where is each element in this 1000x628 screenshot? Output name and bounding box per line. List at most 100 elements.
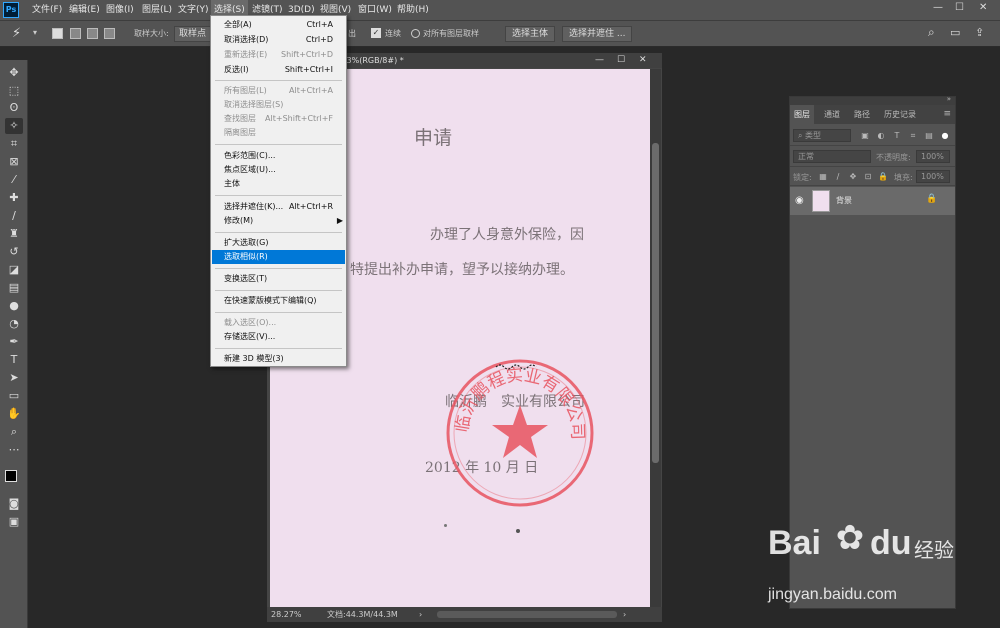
- gradient-tool-icon[interactable]: ▤: [5, 280, 23, 296]
- doc-minimize-icon[interactable]: —: [595, 53, 604, 68]
- menu-item-color-range[interactable]: 色彩范围(C)...: [212, 149, 345, 163]
- type-tool-icon[interactable]: T: [5, 352, 23, 368]
- quick-mask-icon[interactable]: ◙: [5, 496, 23, 512]
- company-stamp: 临沂鹏程实业有限公司: [446, 359, 594, 507]
- scroll-thumb[interactable]: [652, 143, 659, 463]
- menu-edit[interactable]: 编辑(E): [66, 0, 103, 20]
- lock-all-icon[interactable]: 🔒: [878, 172, 888, 182]
- zoom-tool-icon[interactable]: ⌕: [5, 424, 23, 440]
- watermark-url: jingyan.baidu.com: [768, 586, 897, 603]
- zoom-level[interactable]: 28.27%: [271, 607, 302, 622]
- workspace-icon[interactable]: ▭: [950, 26, 960, 39]
- tab-history[interactable]: 历史记录: [880, 105, 920, 124]
- dodge-tool-icon[interactable]: ◔: [5, 316, 23, 332]
- filter-shape-icon[interactable]: ⌗: [908, 131, 918, 141]
- scroll-right-icon[interactable]: ›: [623, 607, 626, 622]
- filter-smart-object-icon[interactable]: ▤: [924, 131, 934, 141]
- share-icon[interactable]: ⇪: [975, 26, 984, 39]
- select-subject-button[interactable]: 选择主体: [505, 26, 556, 42]
- status-arrow-icon[interactable]: ›: [419, 607, 422, 622]
- lasso-tool-icon[interactable]: ʘ: [5, 100, 23, 116]
- panel-menu-icon[interactable]: ≡: [943, 109, 951, 119]
- marquee-tool-icon[interactable]: ⬚: [5, 83, 23, 99]
- menu-separator: [215, 290, 342, 291]
- menu-help[interactable]: 帮助(H): [394, 0, 432, 20]
- crop-tool-icon[interactable]: ⌗: [5, 136, 23, 152]
- move-tool-icon[interactable]: ✥: [5, 65, 23, 81]
- eraser-tool-icon[interactable]: ◪: [5, 262, 23, 278]
- hand-tool-icon[interactable]: ✋: [5, 406, 23, 422]
- tab-paths[interactable]: 路径: [850, 105, 874, 124]
- menu-type[interactable]: 文字(Y): [175, 0, 212, 20]
- foreground-color-swatch[interactable]: [5, 470, 17, 482]
- new-selection-icon[interactable]: [52, 28, 63, 39]
- minimize-icon[interactable]: —: [933, 2, 943, 13]
- collapse-icon[interactable]: »: [947, 95, 951, 103]
- sample-size-select[interactable]: 取样点: [174, 26, 212, 42]
- blur-tool-icon[interactable]: ●: [5, 298, 23, 314]
- filter-adjustment-icon[interactable]: ◐: [876, 131, 886, 141]
- search-icon[interactable]: ⌕: [928, 25, 935, 40]
- blend-mode-select[interactable]: 正常: [793, 150, 871, 163]
- close-icon[interactable]: ✕: [979, 2, 987, 13]
- magic-wand-icon[interactable]: ⚡: [12, 26, 21, 41]
- menu-item-new-3d-model[interactable]: 新建 3D 模型(3): [212, 352, 345, 366]
- select-and-mask-button[interactable]: 选择并遮住 ...: [562, 26, 633, 42]
- pen-tool-icon[interactable]: ✒: [5, 334, 23, 350]
- filter-pixel-icon[interactable]: ▣: [860, 131, 870, 141]
- menu-item-transform-selection[interactable]: 变换选区(T): [212, 272, 345, 286]
- menu-item-grow[interactable]: 扩大选取(G): [212, 236, 345, 250]
- menu-file[interactable]: 文件(F): [29, 0, 65, 20]
- layer-row[interactable]: ◉ 背景 🔒: [790, 187, 955, 215]
- menu-item-focus-area[interactable]: 焦点区域(U)...: [212, 163, 345, 177]
- menu-item-select-and-mask[interactable]: 选择并遮住(K)... Alt+Ctrl+R: [212, 200, 345, 214]
- menu-item-save-selection[interactable]: 存储选区(V)...: [212, 330, 345, 344]
- frame-tool-icon[interactable]: ⊠: [5, 154, 23, 170]
- filter-type-icon[interactable]: T: [892, 131, 902, 141]
- menu-item-inverse[interactable]: 反选(I) Shift+Ctrl+I: [212, 63, 345, 77]
- menu-item-all[interactable]: 全部(A) Ctrl+A: [212, 18, 345, 32]
- add-selection-icon[interactable]: [70, 28, 81, 39]
- horizontal-scrollbar[interactable]: [437, 611, 617, 618]
- doc-close-icon[interactable]: ✕: [639, 53, 647, 68]
- lock-pixels-icon[interactable]: ∕: [833, 172, 843, 182]
- menu-window[interactable]: 窗口(W): [355, 0, 395, 20]
- maximize-icon[interactable]: ☐: [955, 2, 964, 13]
- contiguous-checkbox[interactable]: ✓: [371, 28, 381, 38]
- menu-layer[interactable]: 图层(L): [139, 0, 175, 20]
- visibility-eye-icon[interactable]: ◉: [795, 195, 804, 206]
- menu-item-modify[interactable]: 修改(M) ▶: [212, 214, 345, 228]
- intersect-selection-icon[interactable]: [104, 28, 115, 39]
- lock-position-icon[interactable]: ✥: [848, 172, 858, 182]
- clone-stamp-tool-icon[interactable]: ♜: [5, 226, 23, 242]
- layer-filter-kind[interactable]: ⌕ 类型: [793, 129, 851, 142]
- opacity-input[interactable]: 100%: [916, 150, 950, 163]
- menu-item-quick-mask[interactable]: 在快速蒙版模式下编辑(Q): [212, 294, 345, 308]
- menu-item-similar[interactable]: 选取相似(R): [212, 250, 345, 264]
- path-selection-tool-icon[interactable]: ➤: [5, 370, 23, 386]
- vertical-scrollbar[interactable]: [650, 69, 661, 607]
- tab-channels[interactable]: 通道: [820, 105, 844, 124]
- lock-transparent-icon[interactable]: ▦: [818, 172, 828, 182]
- filter-toggle-icon[interactable]: ●: [940, 131, 950, 141]
- more-tools-icon[interactable]: ⋯: [5, 442, 23, 458]
- tab-layers[interactable]: 图层: [790, 105, 814, 124]
- menu-item-subject[interactable]: 主体: [212, 177, 345, 191]
- magic-wand-tool-icon[interactable]: ✧: [5, 118, 23, 134]
- eyedropper-tool-icon[interactable]: ⁄: [5, 172, 23, 188]
- fill-input[interactable]: 100%: [916, 170, 950, 183]
- healing-brush-tool-icon[interactable]: ✚: [5, 190, 23, 206]
- lock-artboard-icon[interactable]: ⊡: [863, 172, 873, 182]
- panel-header[interactable]: »: [790, 95, 955, 105]
- menu-image[interactable]: 图像(I): [103, 0, 137, 20]
- menu-item-deselect[interactable]: 取消选择(D) Ctrl+D: [212, 33, 345, 47]
- doc-maximize-icon[interactable]: ☐: [617, 53, 625, 68]
- layer-name[interactable]: 背景: [836, 195, 852, 206]
- screen-mode-icon[interactable]: ▣: [5, 514, 23, 530]
- all-layers-checkbox[interactable]: [411, 29, 420, 38]
- shape-tool-icon[interactable]: ▭: [5, 388, 23, 404]
- subtract-selection-icon[interactable]: [87, 28, 98, 39]
- brush-tool-icon[interactable]: ∕: [5, 208, 23, 224]
- chevron-down-icon[interactable]: ▾: [33, 28, 37, 37]
- history-brush-tool-icon[interactable]: ↺: [5, 244, 23, 260]
